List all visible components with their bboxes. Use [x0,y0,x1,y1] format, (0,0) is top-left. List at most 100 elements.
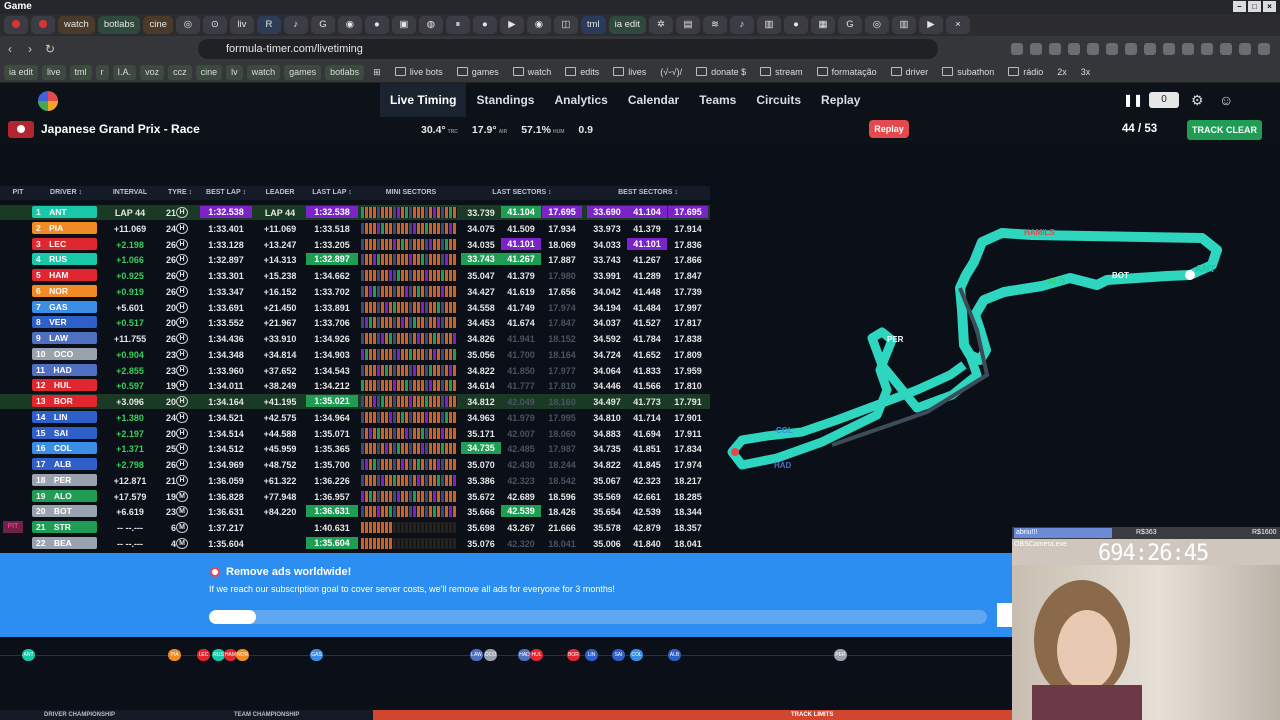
col-driver[interactable]: DRIVER ↕ [34,189,98,196]
bookmark-folder[interactable]: games [452,65,504,80]
table-row[interactable]: 15 SAI +2.197 20 H 1:34.514 +44.588 1:35.071 35… [0,426,710,441]
driver-badge[interactable]: 20 BOT [32,505,97,518]
tab-icon[interactable]: G [310,16,335,34]
car-position-dot[interactable]: BOR [567,649,580,661]
bookmark[interactable]: r [95,64,109,80]
table-row[interactable]: 7 GAS +5.601 20 H 1:33.691 +21.450 1:33.891 34.… [0,300,710,315]
tab-icon[interactable] [4,16,28,34]
extension-icon[interactable] [1201,43,1213,55]
tab-icon[interactable]: ● [783,16,808,34]
tab-icon[interactable]: G [837,16,862,34]
tab-icon[interactable]: ▥ [891,16,916,34]
driver-badge[interactable]: 2 PIA [32,221,97,234]
bookmark-folder[interactable]: donate $ [691,65,751,80]
table-row[interactable]: PIT 21 STR -- --.--- 6 M 1:37.217 1:40.631 35.6… [0,520,710,535]
tab-icon[interactable]: ◎ [175,16,200,34]
bookmark-folder[interactable]: formatação [812,65,882,80]
driver-badge[interactable]: 3 LEC [32,237,97,250]
bookmark[interactable]: voz [140,64,165,80]
tab-icon[interactable]: ▦ [810,16,835,34]
col-last-sectors[interactable]: LAST SECTORS ↕ [461,189,583,196]
car-position-dot[interactable]: PER [834,649,847,661]
table-row[interactable]: 13 BOR +3.096 20 H 1:34.164 +41.195 1:35.021 34… [0,394,710,409]
extension-icon[interactable] [1125,43,1137,55]
table-row[interactable]: 5 HAM +0.925 26 H 1:33.301 +15.238 1:34.662 35.… [0,268,710,283]
table-row[interactable]: 2 PIA +11.069 24 H 1:33.401 +11.069 1:33.518 34… [0,221,710,236]
driver-badge[interactable]: 15 SAI [32,426,97,439]
tab-liv[interactable]: liv [229,16,254,34]
table-row[interactable]: 8 VER +0.517 20 H 1:33.552 +21.967 1:33.706 34.… [0,315,710,330]
driver-badge[interactable]: 5 HAM [32,269,97,281]
extension-icon[interactable] [1239,43,1251,55]
bookmark-folder[interactable]: lives [608,65,651,80]
extension-icon[interactable] [1068,43,1080,55]
driver-badge[interactable]: 9 LAW [32,332,97,344]
table-row[interactable]: 11 HAD +2.855 23 H 1:33.960 +37.652 1:34.543 34… [0,363,710,378]
extension-icon[interactable] [1144,43,1156,55]
bookmark[interactable]: botlabs [325,64,365,80]
reload-icon[interactable]: ↻ [40,42,60,56]
extension-icon[interactable] [1030,43,1042,55]
table-row[interactable]: 1 ANT LAP 44 21 H 1:32.538 LAP 44 1:32.538 33.7… [0,205,710,220]
driver-badge[interactable]: 11 HAD [32,363,97,376]
table-row[interactable]: 22 BEA -- --.--- 4 M 1:35.604 1:35.604 35.076 4… [0,536,710,551]
bookmark[interactable]: ia edit [4,64,39,80]
tab-icon[interactable]: ● [364,16,389,34]
car-position-dot[interactable]: NOR [236,649,249,661]
driver-badge[interactable]: 12 HUL [32,379,97,392]
bookmark[interactable]: I.A. [112,64,137,80]
car-position-dot[interactable]: OCO [484,649,497,661]
bookmark[interactable]: tml [69,64,92,80]
window-controls[interactable]: – □ × [1233,1,1276,12]
col-best-sectors[interactable]: BEST SECTORS ↕ [587,189,709,196]
bookmark[interactable]: cine [195,64,223,80]
nav-teams[interactable]: Teams [689,83,746,117]
close-icon[interactable]: × [1263,1,1276,12]
pause-icon[interactable]: ❚❚ [1123,93,1143,107]
driver-badge[interactable]: 13 BOR [32,395,97,407]
tab-close-icon[interactable]: × [945,16,970,34]
driver-badge[interactable]: 8 VER [32,316,97,329]
bookmark[interactable]: 3x [1076,65,1096,80]
maximize-icon[interactable]: □ [1248,1,1261,12]
driver-badge[interactable]: 17 ALB [32,458,97,470]
nav-live-timing[interactable]: Live Timing [380,83,467,117]
table-row[interactable]: 3 LEC +2.198 26 H 1:33.128 +13.247 1:33.205 34.… [0,237,710,252]
extension-icon[interactable] [1220,43,1232,55]
ad-side-button[interactable] [997,603,1012,627]
tab-icon[interactable]: ▣ [391,16,416,34]
tab-icon[interactable]: ◉ [526,16,551,34]
tab-team-championship[interactable]: TEAM CHAMPIONSHIP [234,712,299,718]
forward-icon[interactable]: › [20,42,40,56]
tab-tml[interactable]: tml [580,16,606,34]
gear-icon[interactable]: ⚙ [1191,92,1207,108]
driver-badge[interactable]: 21 STR [32,521,97,533]
car-position-dot[interactable]: GAS [310,649,323,661]
driver-badge[interactable]: 16 COL [32,442,97,455]
extension-icon[interactable] [1258,43,1270,55]
extension-icon[interactable] [1011,43,1023,55]
bookmark[interactable]: ccz [168,64,192,80]
tab-icon[interactable]: ♪ [283,16,308,34]
table-row[interactable]: 10 OCO +0.904 23 H 1:34.348 +34.814 1:34.903 35… [0,347,710,362]
car-position-dot[interactable]: LAW [470,649,483,661]
bookmark-folder[interactable]: subathon [937,65,999,80]
tab-icon[interactable]: ✲ [648,16,673,34]
car-position-dot[interactable]: LIN [585,649,598,661]
bookmark[interactable]: watch [246,64,281,80]
tab-botlabs[interactable]: botlabs [97,16,141,34]
bookmark[interactable]: lv [226,64,243,80]
tab-icon[interactable]: R [256,16,281,34]
col-tyre[interactable]: TYRE ↕ [160,189,200,196]
url-input[interactable]: formula-timer.com/livetiming [198,39,938,59]
tab-track-limits[interactable]: TRACK LIMITS [791,712,833,718]
bookmark-folder[interactable]: driver [886,65,934,80]
user-icon[interactable]: ☺ [1219,92,1235,108]
car-position-dot[interactable]: ALB [668,649,681,661]
bookmark-folder[interactable]: live bots [390,65,448,80]
car-position-dot[interactable]: LEC [197,649,210,661]
driver-badge[interactable]: 10 OCO [32,347,97,360]
bookmark[interactable]: 2x [1052,65,1072,80]
table-row[interactable]: 20 BOT +6.619 23 M 1:36.631 +84.220 1:36.631 35… [0,504,710,519]
table-row[interactable]: 17 ALB +2.798 26 H 1:34.969 +48.752 1:35.700 35… [0,457,710,472]
